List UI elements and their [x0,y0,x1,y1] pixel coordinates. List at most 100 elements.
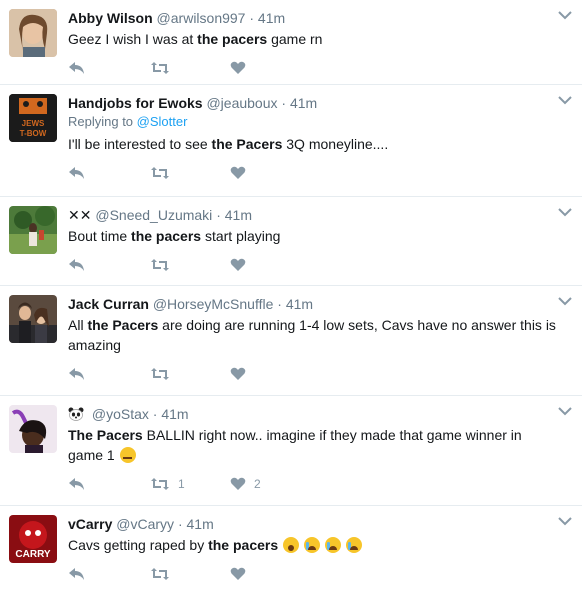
tweet-actions: 1 2 [68,465,566,505]
tweet[interactable]: JEWS T-BOW Handjobs for Ewoks @jeauboux … [0,85,582,197]
timestamp[interactable]: 41m [187,516,214,532]
tweet-feed: Abby Wilson @arwilson997 · 41m Geez I wi… [0,0,582,598]
avatar[interactable] [9,405,57,453]
tweet-text-after: game rn [267,31,323,47]
emoji-thinking [119,447,136,463]
tweet-text: Geez I wish I was at the pacers game rn [68,29,566,49]
tweet-actions [68,154,566,194]
tweet[interactable]: Abby Wilson @arwilson997 · 41m Geez I wi… [0,0,582,85]
retweet-button[interactable] [150,166,170,180]
tweet-text: Bout time the pacers start playing [68,226,566,246]
tweet[interactable]: Jack Curran @HorseyMcSnuffle · 41m All t… [0,286,582,396]
retweet-icon [151,167,169,179]
replying-to: Replying to @Slotter [68,114,566,130]
tweet-header: Handjobs for Ewoks @jeauboux · 41m [68,94,566,112]
reply-icon [69,259,84,271]
tweet[interactable]: ✕✕ @Sneed_Uzumaki · 41m Bout time the pa… [0,197,582,286]
avatar[interactable] [9,206,57,254]
tweet-text-highlight: the Pacers [87,317,159,333]
timestamp[interactable]: 41m [286,296,313,312]
like-icon [230,477,246,490]
timestamp[interactable]: 41m [225,207,252,223]
caret-down-icon[interactable] [558,10,572,20]
avatar-logo: JEWS T-BOW [9,94,57,142]
display-name[interactable]: vCarry [68,516,112,532]
avatar[interactable] [9,295,57,343]
display-name[interactable]: Jack Curran [68,296,149,312]
timestamp[interactable]: 41m [290,95,317,111]
retweet-count: 1 [178,477,185,491]
user-handle[interactable]: @HorseyMcSnuffle [153,296,274,312]
avatar-text-line2: T-BOW [20,129,47,138]
user-handle[interactable]: @Sneed_Uzumaki [95,207,212,223]
retweet-button[interactable]: 1 [150,477,185,491]
tweet-text-highlight: the pacers [131,228,202,244]
caret-down-icon[interactable] [558,516,572,526]
like-button[interactable] [230,166,246,180]
caret-down-icon[interactable] [558,296,572,306]
reply-button[interactable] [68,567,86,581]
tweet-text: I'll be interested to see the Pacers 3Q … [68,134,566,154]
retweet-button[interactable] [150,61,170,75]
avatar-photo [9,295,57,343]
avatar-photo [9,206,57,254]
caret-down-icon[interactable] [558,406,572,416]
reply-icon [69,167,84,179]
display-name[interactable]: ✕✕ [68,207,91,223]
retweet-button[interactable] [150,258,170,272]
reply-button[interactable] [68,477,86,491]
display-name[interactable]: Abby Wilson [68,10,153,26]
separator-dot: · [281,95,287,111]
like-icon [230,567,246,580]
like-button[interactable] [230,258,246,272]
reply-button[interactable] [68,61,86,75]
timestamp[interactable]: 41m [161,406,188,422]
caret-down-icon[interactable] [558,207,572,217]
user-handle[interactable]: @yoStax [92,406,149,422]
separator-dot: · [177,516,183,532]
tweet-text-highlight: the Pacers [211,136,283,152]
emoji-scream [283,537,300,553]
tweet-text-before: Geez I wish I was at [68,31,198,47]
separator-dot: · [216,207,221,223]
reply-button[interactable] [68,367,86,381]
retweet-button[interactable] [150,567,170,581]
like-button[interactable] [230,367,246,381]
tweet-actions [68,555,566,595]
avatar-photo [9,405,57,453]
avatar-photo [9,9,57,57]
timestamp[interactable]: 41m [258,10,285,26]
like-icon [230,166,246,179]
tweet[interactable]: CARRY vCarry @vCaryy · 41m Cavs getting … [0,506,582,598]
separator-dot: · [152,406,158,422]
user-handle[interactable]: @vCaryy [116,516,174,532]
tweet-text-before: I'll be interested to see [68,136,212,152]
tweet-text-after: 3Q moneyline.... [282,136,389,152]
replying-to-mention[interactable]: @Slotter [137,114,188,129]
avatar-logo: CARRY [9,515,57,563]
reply-icon [69,478,84,490]
reply-icon [69,368,84,380]
like-icon [230,367,246,380]
avatar-text-line1: JEWS [22,119,45,128]
avatar[interactable]: JEWS T-BOW [9,94,57,142]
tweet-text-before: All [68,317,88,333]
avatar[interactable]: CARRY [9,515,57,563]
user-handle[interactable]: @arwilson997 [157,10,246,26]
like-button[interactable]: 2 [230,477,261,491]
user-handle[interactable]: @jeauboux [206,95,277,111]
like-button[interactable] [230,567,246,581]
reply-button[interactable] [68,258,86,272]
tweet-text-before: Cavs getting raped by [68,537,209,553]
like-icon [230,258,246,271]
reply-button[interactable] [68,166,86,180]
retweet-button[interactable] [150,367,170,381]
avatar[interactable] [9,9,57,57]
caret-down-icon[interactable] [558,95,572,105]
tweet-header: Jack Curran @HorseyMcSnuffle · 41m [68,295,566,313]
like-button[interactable] [230,61,246,75]
display-name[interactable]: Handjobs for Ewoks [68,95,203,111]
reply-icon [69,62,84,74]
tweet[interactable]: @yoStax · 41m The Pacers BALLIN right no… [0,396,582,506]
tweet-text: The Pacers BALLIN right now.. imagine if… [68,425,566,465]
